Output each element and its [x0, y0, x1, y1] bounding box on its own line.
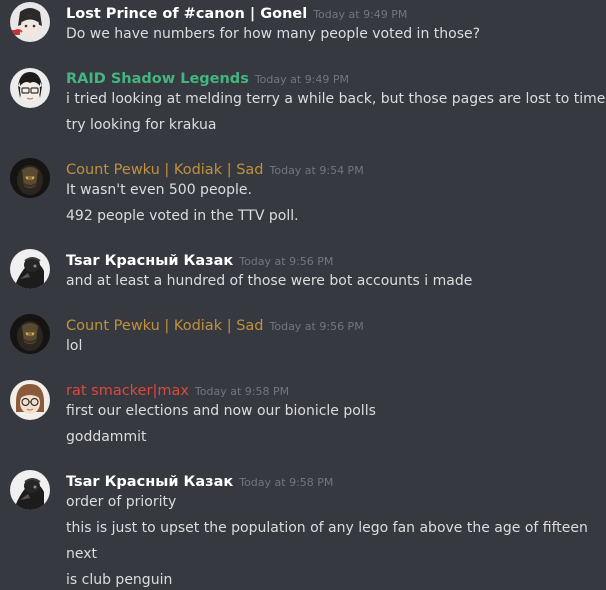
message-text: this is just to upset the population of …	[66, 520, 588, 536]
avatar[interactable]	[10, 249, 50, 289]
username[interactable]: Tsar Красный Казак	[66, 253, 233, 269]
timestamp: Today at 9:49 PM	[254, 73, 350, 86]
message-text: i tried looking at melding terry a while…	[66, 91, 606, 107]
avatar[interactable]	[10, 2, 50, 42]
username[interactable]: Lost Prince of #canon | Gonel	[66, 6, 307, 22]
message-text: and at least a hundred of those were bot…	[66, 273, 473, 289]
message-text: order of priority	[66, 494, 177, 510]
avatar[interactable]	[10, 470, 50, 510]
message-text: 492 people voted in the TTV poll.	[66, 208, 299, 224]
timestamp: Today at 9:56 PM	[239, 255, 334, 268]
avatar[interactable]	[10, 158, 50, 198]
timestamp: Today at 9:49 PM	[313, 8, 408, 21]
timestamp: Today at 9:56 PM	[269, 320, 364, 333]
message-text: It wasn't even 500 people.	[66, 182, 252, 198]
message-text: try looking for krakua	[66, 117, 217, 133]
username[interactable]: rat smacker|max	[66, 383, 189, 399]
username[interactable]: Count Pewku | Kodiak | Sad	[66, 162, 264, 178]
timestamp: Today at 9:58 PM	[239, 476, 334, 489]
message-header: RAID Shadow Legends Today at 9:49 PM	[66, 67, 349, 89]
message-header: Count Pewku | Kodiak | Sad Today at 9:54 …	[66, 158, 364, 180]
username[interactable]: RAID Shadow Legends	[66, 71, 249, 87]
avatar[interactable]	[10, 380, 50, 420]
message-text: first our elections and now our bionicle…	[66, 403, 376, 419]
avatar[interactable]	[10, 314, 50, 354]
avatar[interactable]	[10, 68, 50, 108]
chat-message-list: Lost Prince of #canon | Gonel Today at 9:…	[0, 0, 606, 590]
message-header: Tsar Красный Казак Today at 9:56 PM	[66, 249, 333, 271]
timestamp: Today at 9:58 PM	[194, 385, 290, 398]
message-text: Do we have numbers for how many people v…	[66, 26, 481, 42]
message-header: Lost Prince of #canon | Gonel Today at 9:…	[66, 2, 407, 24]
username[interactable]: Count Pewku | Kodiak | Sad	[66, 318, 264, 334]
message-text: is club penguin	[66, 572, 173, 588]
message-header: Count Pewku | Kodiak | Sad Today at 9:56 …	[66, 314, 364, 336]
message-text: lol	[66, 338, 83, 354]
username[interactable]: Tsar Красный Казак	[66, 474, 233, 490]
message-header: rat smacker|max Today at 9:58 PM	[66, 379, 289, 401]
message-header: Tsar Красный Казак Today at 9:58 PM	[66, 470, 333, 492]
timestamp: Today at 9:54 PM	[269, 164, 364, 177]
message-text: next	[66, 546, 98, 562]
message-text: goddammit	[66, 429, 147, 445]
